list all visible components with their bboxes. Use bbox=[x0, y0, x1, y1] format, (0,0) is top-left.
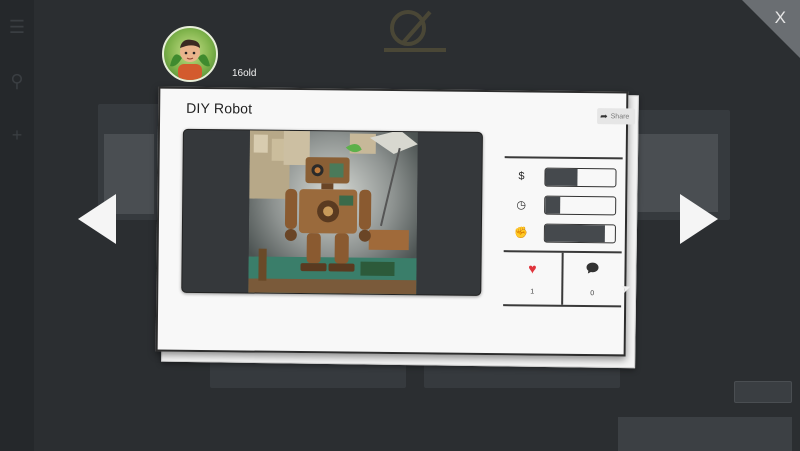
stat-row-cost: $ bbox=[504, 166, 626, 189]
time-level-bar bbox=[544, 195, 617, 216]
heart-icon: ♥ bbox=[528, 260, 537, 277]
clock-icon: ◷ bbox=[516, 199, 527, 212]
app-logo bbox=[384, 10, 446, 52]
comment-icon bbox=[563, 261, 621, 279]
previous-arrow-icon[interactable] bbox=[78, 194, 116, 244]
sidebar: ☰ ⚲ + bbox=[0, 0, 34, 451]
close-button[interactable]: X bbox=[775, 8, 786, 28]
stat-row-effort: ✊ bbox=[504, 222, 626, 245]
stats-panel: $ ◷ ✊ ♥ 1 0 bbox=[503, 156, 627, 308]
divider bbox=[504, 156, 623, 160]
username[interactable]: 16old bbox=[232, 68, 256, 79]
background-footer bbox=[618, 417, 792, 451]
like-button[interactable]: ♥ 1 bbox=[503, 252, 562, 303]
media-frame bbox=[181, 128, 483, 296]
post-modal: DIY Robot ➦ Share $ ◷ ✊ ♥ 1 0 bbox=[155, 86, 636, 357]
post-title: DIY Robot bbox=[186, 99, 253, 117]
boy-portrait-icon bbox=[170, 39, 210, 80]
share-arrow-icon: ➦ bbox=[600, 110, 608, 121]
share-label: Share bbox=[610, 112, 630, 120]
divider bbox=[503, 304, 622, 308]
search-icon[interactable]: ⚲ bbox=[8, 72, 26, 90]
fist-icon: ✊ bbox=[513, 227, 528, 240]
close-corner bbox=[742, 0, 800, 58]
effort-level-bar bbox=[543, 223, 616, 244]
background-button bbox=[734, 381, 792, 403]
share-button[interactable]: ➦ Share bbox=[597, 108, 636, 125]
cost-level-bar bbox=[544, 167, 617, 188]
comment-count: 0 bbox=[590, 290, 595, 298]
avatar[interactable] bbox=[162, 26, 218, 82]
next-arrow-icon[interactable] bbox=[680, 194, 718, 244]
add-icon[interactable]: + bbox=[8, 126, 26, 144]
menu-icon[interactable]: ☰ bbox=[8, 18, 26, 36]
stat-row-time: ◷ bbox=[504, 194, 626, 217]
like-count: 1 bbox=[530, 288, 535, 296]
dollar-icon: $ bbox=[518, 170, 525, 183]
comment-button[interactable]: 0 bbox=[563, 253, 622, 304]
robot-artwork-image[interactable] bbox=[248, 128, 418, 296]
